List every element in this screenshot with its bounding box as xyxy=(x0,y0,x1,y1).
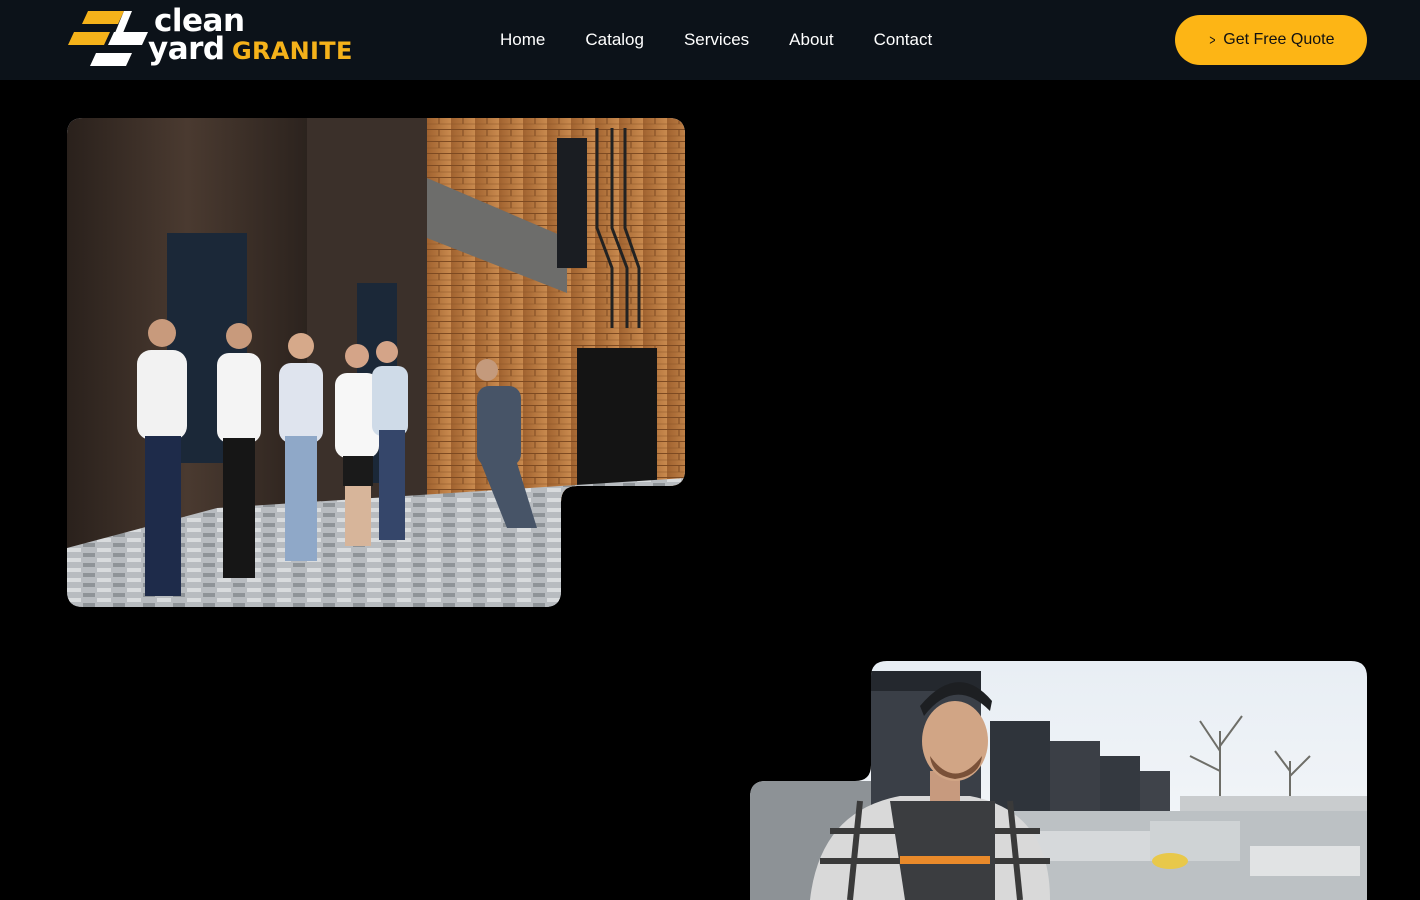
main-nav: Home Catalog Services About Contact xyxy=(500,0,932,80)
nav-contact[interactable]: Contact xyxy=(874,30,933,50)
worker-photo xyxy=(750,661,1367,900)
nav-catalog[interactable]: Catalog xyxy=(585,30,644,50)
team-photo xyxy=(67,118,685,607)
nav-services[interactable]: Services xyxy=(684,30,749,50)
get-free-quote-label: Get Free Quote xyxy=(1223,31,1335,48)
nav-about[interactable]: About xyxy=(789,30,833,50)
get-free-quote-button[interactable]: > Get Free Quote xyxy=(1175,15,1367,65)
chevron-right-icon: > xyxy=(1208,31,1215,49)
site-header: clean yard GRANITE Home Catalog Services… xyxy=(0,0,1420,80)
logo-text-granite: GRANITE xyxy=(232,37,353,65)
nav-home[interactable]: Home xyxy=(500,30,545,50)
logo-mark-icon xyxy=(68,11,148,66)
logo-text-yard: yard xyxy=(148,31,225,67)
brand-logo[interactable]: clean yard GRANITE xyxy=(66,4,356,72)
